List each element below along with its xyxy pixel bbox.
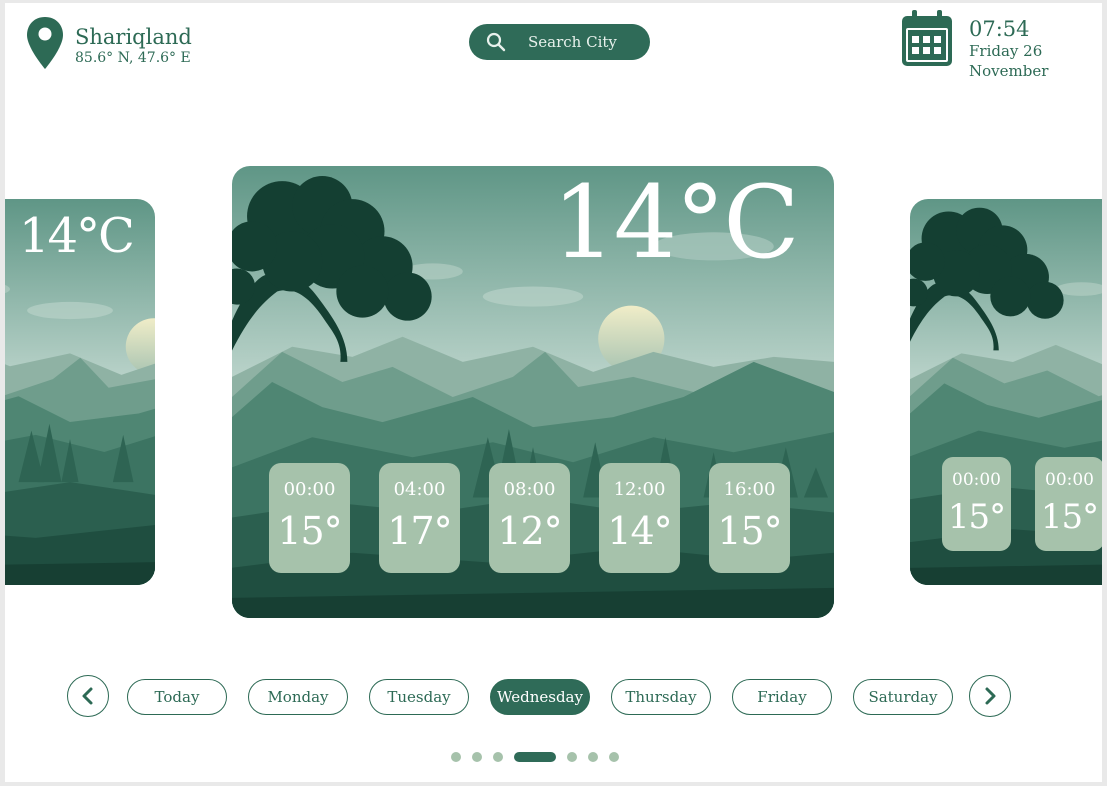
day-tab-today[interactable]: Today [127, 679, 227, 715]
hourly-tile[interactable]: 00:00 15° [1035, 457, 1102, 551]
day-tab-saturday[interactable]: Saturday [853, 679, 953, 715]
chevron-right-icon [985, 687, 996, 705]
city-name: Shariqland [75, 25, 192, 49]
search-city-input[interactable]: Search City [469, 24, 650, 60]
pagination-dot[interactable] [472, 752, 482, 762]
current-day: Friday 26 [969, 42, 1043, 60]
hour-time: 00:00 [283, 479, 336, 500]
pagination-dot[interactable] [567, 752, 577, 762]
hourly-tile[interactable]: 12:00 14° [599, 463, 680, 573]
chevron-left-icon [82, 687, 93, 705]
location-pin-icon [27, 17, 63, 69]
hour-time: 12:00 [613, 479, 666, 500]
app-frame: Shariqland 85.6° N, 47.6° E Search City … [5, 3, 1102, 782]
previous-day-button[interactable] [67, 675, 109, 717]
day-tab-tuesday[interactable]: Tuesday [369, 679, 469, 715]
hour-time: 16:00 [723, 479, 776, 500]
hour-temp: 15° [277, 509, 342, 553]
current-time: 07:54 [969, 17, 1030, 41]
hourly-tile[interactable]: 00:00 15° [942, 457, 1011, 551]
location-block: Shariqland 85.6° N, 47.6° E [25, 15, 192, 71]
carousel-pagination [451, 752, 619, 762]
hourly-tile[interactable]: 00:00 15° [269, 463, 350, 573]
weather-card-current: 14°C 00:00 15° 04:00 17° 08:00 12° 12:00… [232, 166, 834, 618]
pagination-dot[interactable] [588, 752, 598, 762]
day-tab-wednesday[interactable]: Wednesday [490, 679, 590, 715]
day-tab-monday[interactable]: Monday [248, 679, 348, 715]
search-placeholder: Search City [528, 33, 617, 51]
hour-time: 00:00 [1045, 470, 1094, 490]
pagination-dot[interactable] [609, 752, 619, 762]
hour-temp: 14° [607, 509, 672, 553]
day-selector: Today Monday Tuesday Wednesday Thursday … [127, 679, 953, 715]
hourly-forecast: 00:00 15° 04:00 17° 08:00 12° 12:00 14° … [269, 463, 790, 573]
hour-time: 08:00 [503, 479, 556, 500]
hour-time: 04:00 [393, 479, 446, 500]
current-month: November [969, 62, 1049, 80]
card-temperature: 14°C [19, 208, 135, 264]
hour-temp: 15° [1040, 497, 1099, 537]
hour-temp: 17° [387, 509, 452, 553]
datetime-block: 07:54 Friday 26 November [969, 17, 1048, 81]
hourly-tile[interactable]: 16:00 15° [709, 463, 790, 573]
hour-temp: 15° [947, 497, 1006, 537]
day-tab-thursday[interactable]: Thursday [611, 679, 711, 715]
pagination-dot-active[interactable] [514, 752, 556, 762]
pagination-dot[interactable] [451, 752, 461, 762]
search-icon [486, 32, 506, 52]
calendar-icon[interactable] [900, 8, 954, 68]
hourly-tile[interactable]: 08:00 12° [489, 463, 570, 573]
hour-temp: 15° [717, 509, 782, 553]
city-coordinates: 85.6° N, 47.6° E [75, 50, 191, 66]
weather-card-next[interactable]: 00:00 15° 00:00 15° [910, 199, 1102, 585]
hour-temp: 12° [497, 509, 562, 553]
weather-card-previous[interactable]: 14°C [5, 199, 155, 585]
hourly-forecast: 00:00 15° 00:00 15° [942, 457, 1102, 551]
hourly-tile[interactable]: 04:00 17° [379, 463, 460, 573]
day-tab-friday[interactable]: Friday [732, 679, 832, 715]
pagination-dot[interactable] [493, 752, 503, 762]
current-temperature: 14°C [552, 166, 800, 281]
next-day-button[interactable] [969, 675, 1011, 717]
hour-time: 00:00 [952, 470, 1001, 490]
